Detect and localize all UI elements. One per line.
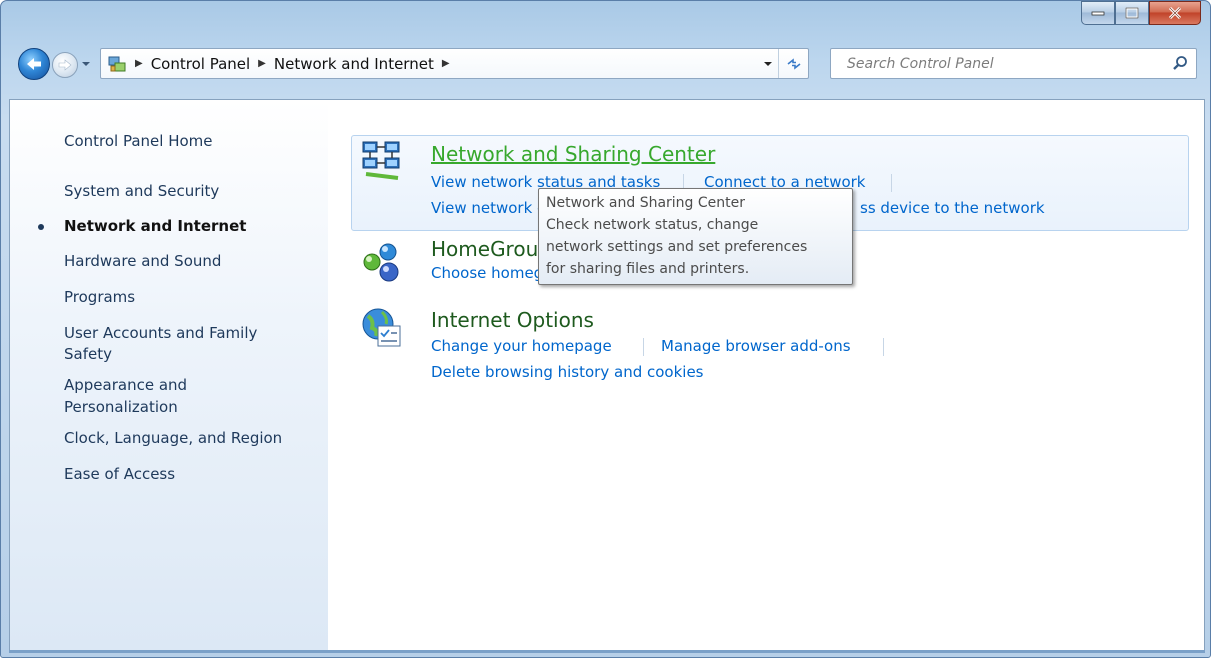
close-icon [1168, 6, 1182, 20]
search-icon[interactable] [1172, 55, 1188, 71]
chevron-down-icon [82, 62, 90, 66]
tooltip: Network and Sharing Center Check network… [538, 188, 853, 285]
sidebar-item-system-and-security[interactable]: System and Security [64, 182, 219, 201]
control-panel-icon [108, 56, 126, 71]
task-separator [883, 338, 884, 356]
chevron-right-icon: ▶ [135, 58, 143, 69]
address-bar[interactable]: ▶ Control Panel ▶ Network and Internet ▶ [100, 48, 809, 79]
chevron-down-icon [764, 62, 772, 66]
chevron-right-icon[interactable]: ▶ [442, 58, 450, 69]
window-bottom-border [9, 650, 1205, 653]
task-separator [891, 174, 892, 192]
choose-homegroup-options-link[interactable]: Choose homeg [431, 264, 543, 282]
current-location-bullet [38, 224, 44, 230]
tooltip-line: for sharing files and printers. [546, 261, 750, 277]
recent-pages-button[interactable] [80, 58, 92, 70]
delete-browsing-history-link[interactable]: Delete browsing history and cookies [431, 363, 703, 381]
sidebar-item-programs[interactable]: Programs [64, 288, 135, 307]
refresh-icon [787, 57, 800, 70]
forward-arrow-icon [58, 59, 72, 71]
navigation-bar: ▶ Control Panel ▶ Network and Internet ▶ [1, 39, 1210, 89]
sidebar-item-clock-language-region[interactable]: Clock, Language, and Region [64, 429, 282, 448]
control-panel-window: ▶ Control Panel ▶ Network and Internet ▶ [0, 0, 1211, 658]
search-input[interactable] [847, 55, 1167, 72]
address-dropdown-button[interactable] [762, 58, 774, 70]
tooltip-line: network settings and set preferences [546, 239, 808, 255]
sidebar-item-hardware-and-sound[interactable]: Hardware and Sound [64, 252, 221, 271]
breadcrumb-network-and-internet[interactable]: Network and Internet [274, 55, 434, 73]
change-homepage-link[interactable]: Change your homepage [431, 337, 612, 355]
minimize-button[interactable] [1081, 1, 1115, 25]
forward-button[interactable] [52, 52, 78, 78]
back-button[interactable] [18, 48, 50, 80]
sidebar-item-ease-of-access[interactable]: Ease of Access [64, 465, 175, 484]
sidebar-item-appearance[interactable]: Appearance and [64, 376, 187, 395]
network-sharing-center-icon[interactable] [360, 138, 404, 182]
sidebar-item-appearance-line2[interactable]: Personalization [64, 398, 178, 417]
homegroup-icon[interactable] [360, 240, 404, 284]
minimize-icon [1091, 11, 1105, 16]
homegroup-link[interactable]: HomeGrou [431, 237, 538, 261]
sidebar-item-network-and-internet[interactable]: Network and Internet [64, 217, 246, 236]
maximize-button[interactable] [1115, 1, 1149, 25]
breadcrumb-control-panel[interactable]: Control Panel [151, 55, 250, 73]
search-box [830, 48, 1197, 79]
network-sharing-center-link[interactable]: Network and Sharing Center [431, 142, 715, 166]
task-separator [643, 338, 644, 356]
content-pane: Network and Sharing Center View network … [328, 100, 1204, 651]
back-arrow-icon [27, 58, 41, 70]
internet-options-icon[interactable] [360, 306, 404, 350]
manage-browser-addons-link[interactable]: Manage browser add-ons [661, 337, 851, 355]
client-area: Control Panel Home System and Security N… [9, 99, 1205, 652]
refresh-button[interactable] [778, 49, 808, 78]
add-wireless-device-link[interactable]: ss device to the network [860, 199, 1045, 217]
tooltip-line: Check network status, change [546, 217, 759, 233]
sidebar-item-user-accounts-line2[interactable]: Safety [64, 345, 112, 364]
internet-options-link[interactable]: Internet Options [431, 308, 594, 332]
maximize-icon [1125, 7, 1139, 19]
navigation-pane: Control Panel Home System and Security N… [10, 100, 328, 651]
close-button[interactable] [1149, 1, 1201, 25]
chevron-right-icon[interactable]: ▶ [258, 58, 266, 69]
sidebar-item-user-accounts[interactable]: User Accounts and Family [64, 324, 257, 343]
sidebar-item-control-panel-home[interactable]: Control Panel Home [64, 132, 213, 151]
tooltip-title: Network and Sharing Center [546, 195, 746, 211]
title-bar-buttons [1081, 1, 1201, 29]
view-network-computers-link[interactable]: View network c [431, 199, 545, 217]
